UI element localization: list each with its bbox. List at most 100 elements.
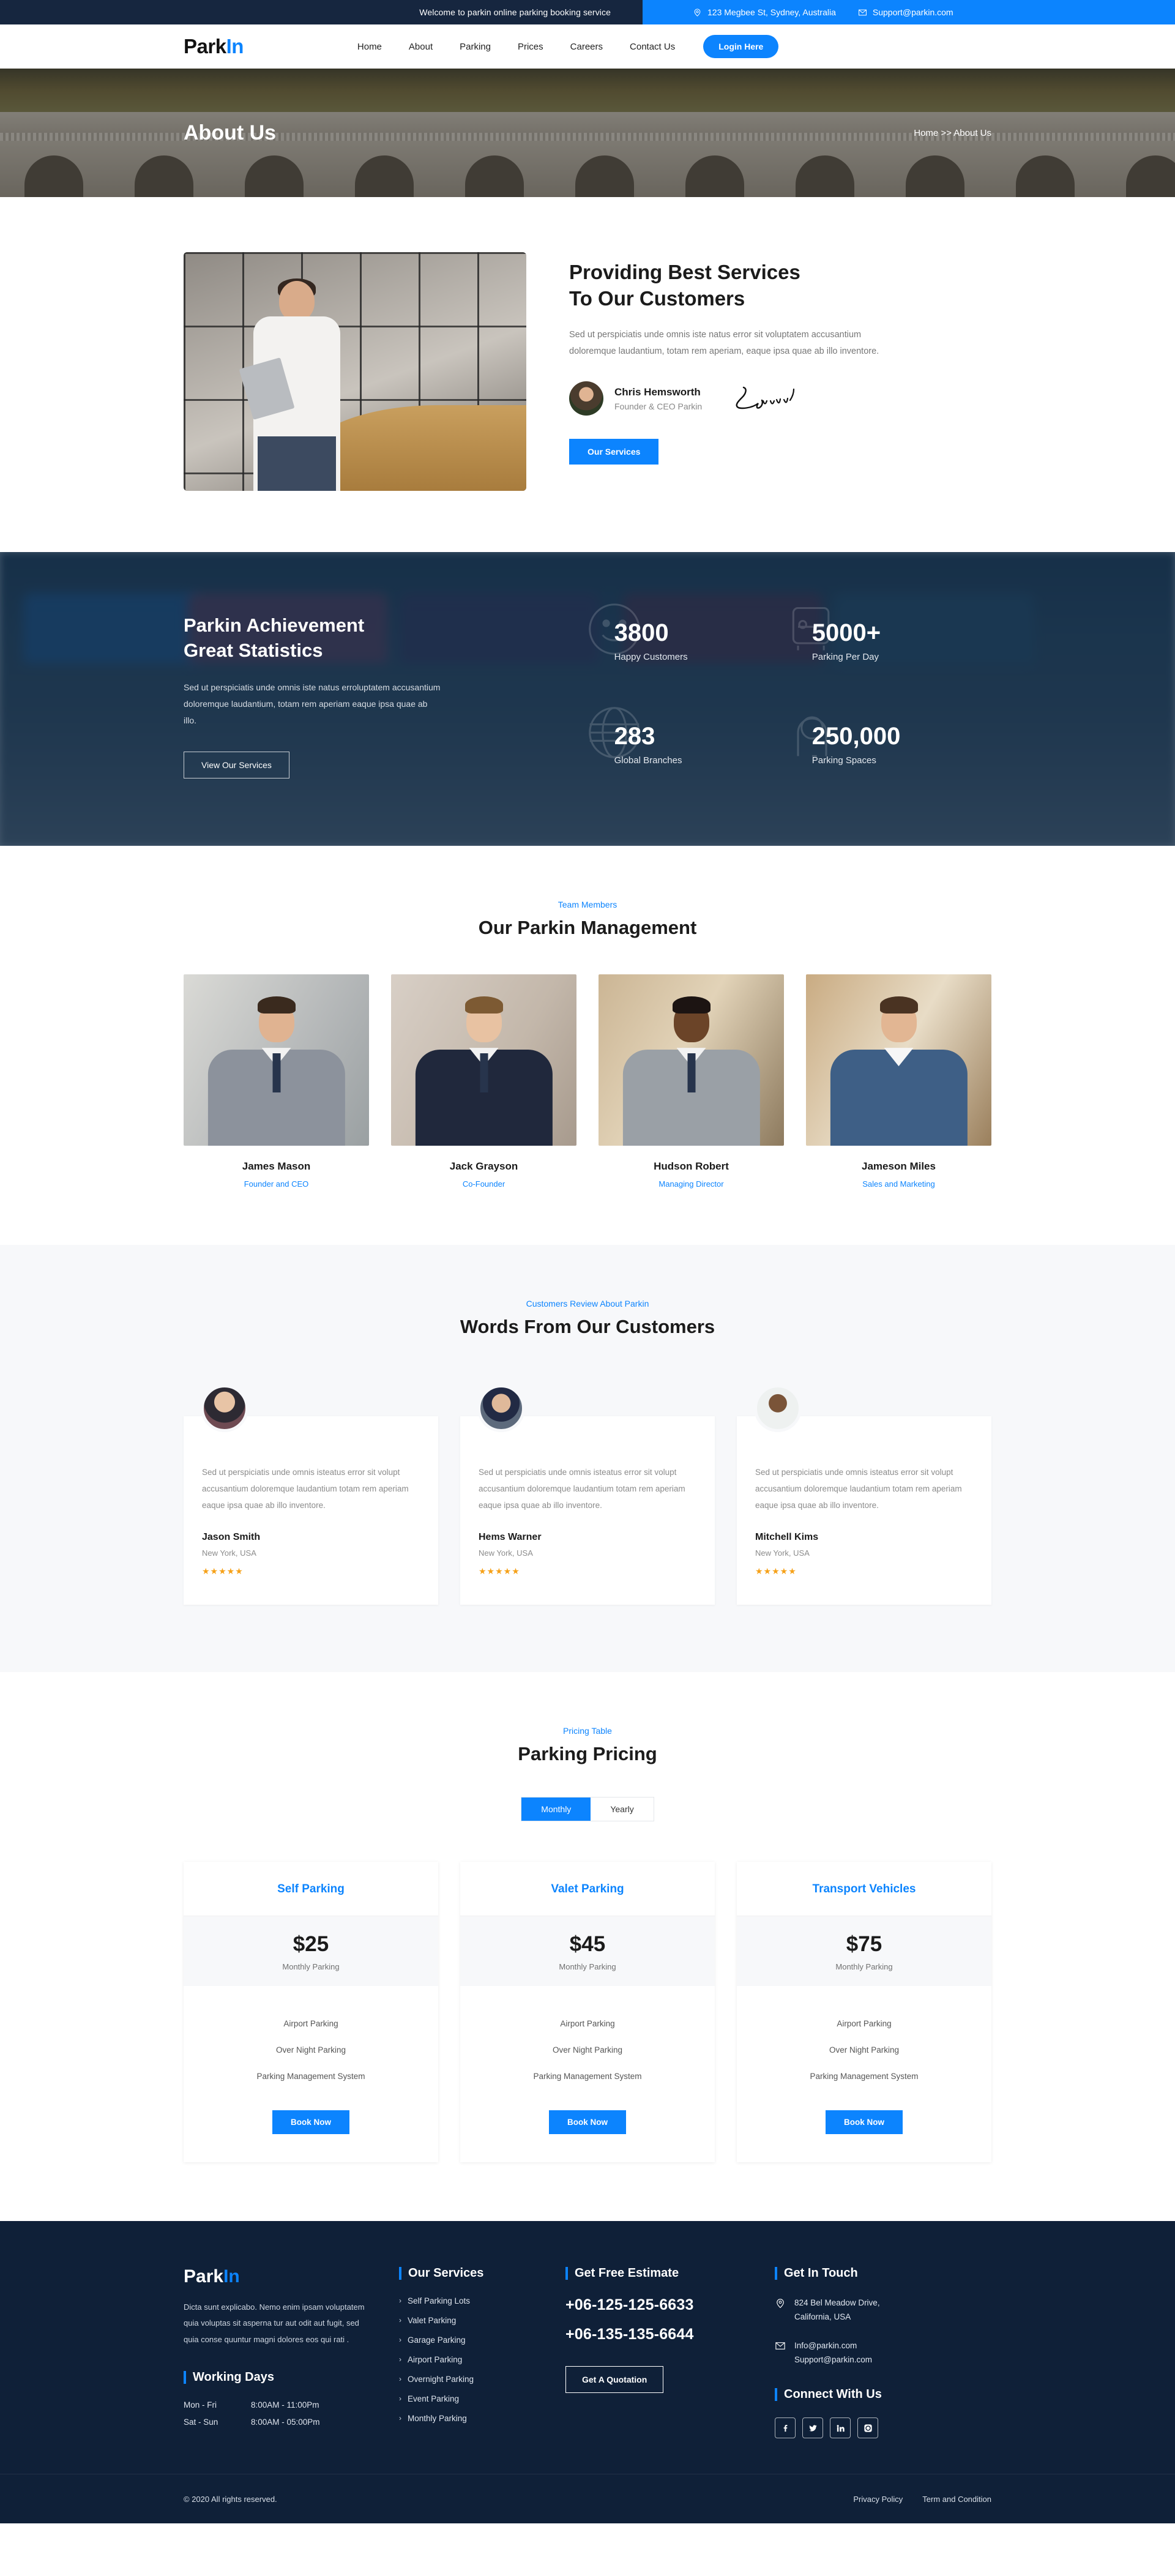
service-label: Self Parking Lots <box>408 2296 471 2305</box>
reviews-eyebrow: Customers Review About Parkin <box>526 1298 649 1309</box>
footer-email-1[interactable]: Info@parkin.com <box>794 2339 872 2353</box>
facebook-link[interactable] <box>775 2417 796 2439</box>
site-footer: ParkIn Dicta sunt explicabo. Nemo enim i… <box>0 2220 1175 2524</box>
team-member-photo <box>599 974 784 1146</box>
team-member-card[interactable]: Jack Grayson Co-Founder <box>391 974 576 1189</box>
linkedin-link[interactable] <box>830 2417 851 2439</box>
plan-period: Monthly Parking <box>835 1962 893 1971</box>
plan-feature: Airport Parking <box>560 2018 615 2028</box>
team-member-name: James Mason <box>242 1160 311 1172</box>
instagram-link[interactable] <box>857 2417 878 2439</box>
footer-phone-2[interactable]: +06-135-135-6644 <box>565 2326 749 2343</box>
footer-service-item[interactable]: › Airport Parking <box>399 2355 540 2364</box>
book-now-button[interactable]: Book Now <box>549 2110 626 2134</box>
footer-service-item[interactable]: › Overnight Parking <box>399 2375 540 2384</box>
toggle-monthly[interactable]: Monthly <box>521 1797 591 1821</box>
service-label: Overnight Parking <box>408 2374 474 2384</box>
plan-feature: Parking Management System <box>533 2071 642 2081</box>
plan-period: Monthly Parking <box>559 1962 616 1971</box>
top-bar: Welcome to parkin online parking booking… <box>0 0 1175 24</box>
estimate-heading: Get Free Estimate <box>565 2266 749 2280</box>
working-day-range: Sat - Sun <box>184 2417 218 2427</box>
stats-grid: 3800 Happy Customers 5000+ Parking Per D… <box>572 603 991 778</box>
page-banner: About Us Home >> About Us <box>0 69 1175 197</box>
get-a-quotation-button[interactable]: Get A Quotation <box>565 2365 664 2393</box>
reviews-title: Words From Our Customers <box>460 1315 715 1337</box>
stat-label: Global Branches <box>614 755 682 766</box>
team-member-card[interactable]: James Mason Founder and CEO <box>184 974 369 1189</box>
footer-service-item[interactable]: › Garage Parking <box>399 2335 540 2345</box>
team-member-card[interactable]: Hudson Robert Managing Director <box>599 974 784 1189</box>
nav-item-parking[interactable]: Parking <box>460 42 491 52</box>
twitter-icon <box>808 2425 817 2432</box>
instagram-icon <box>864 2424 872 2432</box>
top-bar-welcome: Welcome to parkin online parking booking… <box>0 0 643 24</box>
topbar-email[interactable]: Support@parkin.com <box>858 7 953 17</box>
heading-accent-bar <box>775 2388 777 2402</box>
plan-feature: Airport Parking <box>837 2018 892 2028</box>
rating-stars: ★★★★★ <box>479 1566 520 1576</box>
billing-period-toggle[interactable]: Monthly Yearly <box>521 1796 654 1821</box>
testimonial-location: New York, USA <box>755 1548 810 1558</box>
site-logo[interactable]: ParkIn <box>184 35 244 58</box>
chevron-right-icon: › <box>399 2394 401 2403</box>
reviews-grid: Sed ut perspiciatis unde omnis isteatus … <box>184 1384 991 1605</box>
topbar-address: 123 Megbee St, Sydney, Australia <box>693 7 836 17</box>
nav-item-contact-us[interactable]: Contact Us <box>630 42 675 52</box>
login-button[interactable]: Login Here <box>703 35 779 58</box>
service-label: Event Parking <box>408 2394 460 2403</box>
nav-item-home[interactable]: Home <box>357 42 382 52</box>
heading-accent-bar <box>184 2370 186 2384</box>
privacy-policy-link[interactable]: Privacy Policy <box>853 2495 903 2504</box>
team-member-name: Jack Grayson <box>449 1160 518 1172</box>
footer-address: 824 Bel Meadow Drive, California, USA <box>775 2296 991 2324</box>
heading-accent-bar <box>399 2266 401 2280</box>
testimonial-text: Sed ut perspiciatis unde omnis isteatus … <box>202 1467 409 1510</box>
about-heading-line2: To Our Customers <box>569 286 745 310</box>
footer-service-item[interactable]: › Monthly Parking <box>399 2414 540 2423</box>
location-pin-icon <box>777 2298 784 2308</box>
rating-stars: ★★★★★ <box>202 1566 244 1576</box>
stat-label: Parking Per Day <box>811 652 879 662</box>
plan-feature: Over Night Parking <box>552 2045 623 2055</box>
nav-item-about[interactable]: About <box>409 42 433 52</box>
team-member-card[interactable]: Jameson Miles Sales and Marketing <box>806 974 991 1189</box>
pricing-card-self-parking: Self Parking $25 Monthly Parking Airport… <box>184 1861 438 2162</box>
author-name: Chris Hemsworth <box>614 386 701 398</box>
footer-logo[interactable]: ParkIn <box>184 2266 373 2287</box>
page-title: About Us <box>184 121 277 144</box>
footer-logo-park: Park <box>184 2266 224 2287</box>
footer-service-item[interactable]: › Event Parking <box>399 2394 540 2403</box>
envelope-icon <box>858 9 867 15</box>
rating-stars: ★★★★★ <box>755 1566 797 1576</box>
book-now-button[interactable]: Book Now <box>272 2110 349 2134</box>
service-label: Valet Parking <box>408 2315 457 2325</box>
statistics-section: Parkin Achievement Great Statistics Sed … <box>0 552 1175 846</box>
our-services-button[interactable]: Our Services <box>569 439 659 465</box>
stats-heading-line1: Parkin Achievement <box>184 614 365 636</box>
heading-accent-bar <box>775 2266 777 2280</box>
legal-links: Privacy Policy Term and Condition <box>853 2495 991 2504</box>
top-bar-contact: 123 Megbee St, Sydney, Australia Support… <box>643 0 1175 24</box>
team-member-role: Co-Founder <box>462 1179 505 1189</box>
book-now-button[interactable]: Book Now <box>826 2110 903 2134</box>
plan-feature: Parking Management System <box>810 2071 919 2081</box>
stat-value: 5000+ <box>811 619 881 646</box>
stats-paragraph: Sed ut perspiciatis unde omnis iste natu… <box>184 682 441 726</box>
footer-service-item[interactable]: › Valet Parking <box>399 2316 540 2325</box>
avatar <box>201 1384 248 1432</box>
footer-service-item[interactable]: › Self Parking Lots <box>399 2296 540 2305</box>
twitter-link[interactable] <box>802 2417 823 2439</box>
stats-heading-line2: Great Statistics <box>184 639 323 661</box>
nav-item-careers[interactable]: Careers <box>570 42 603 52</box>
footer-phone-1[interactable]: +06-125-125-6633 <box>565 2296 749 2314</box>
nav-item-prices[interactable]: Prices <box>518 42 543 52</box>
stat-value: 283 <box>614 722 655 750</box>
view-our-services-button[interactable]: View Our Services <box>184 751 289 778</box>
terms-and-conditions-link[interactable]: Term and Condition <box>922 2495 991 2504</box>
toggle-yearly[interactable]: Yearly <box>591 1797 654 1821</box>
footer-email-2[interactable]: Support@parkin.com <box>794 2353 872 2367</box>
team-member-name: Jameson Miles <box>862 1160 936 1172</box>
copyright-text: © 2020 All rights reserved. <box>184 2494 277 2504</box>
testimonials-section: Customers Review About Parkin Words From… <box>0 1244 1175 1672</box>
